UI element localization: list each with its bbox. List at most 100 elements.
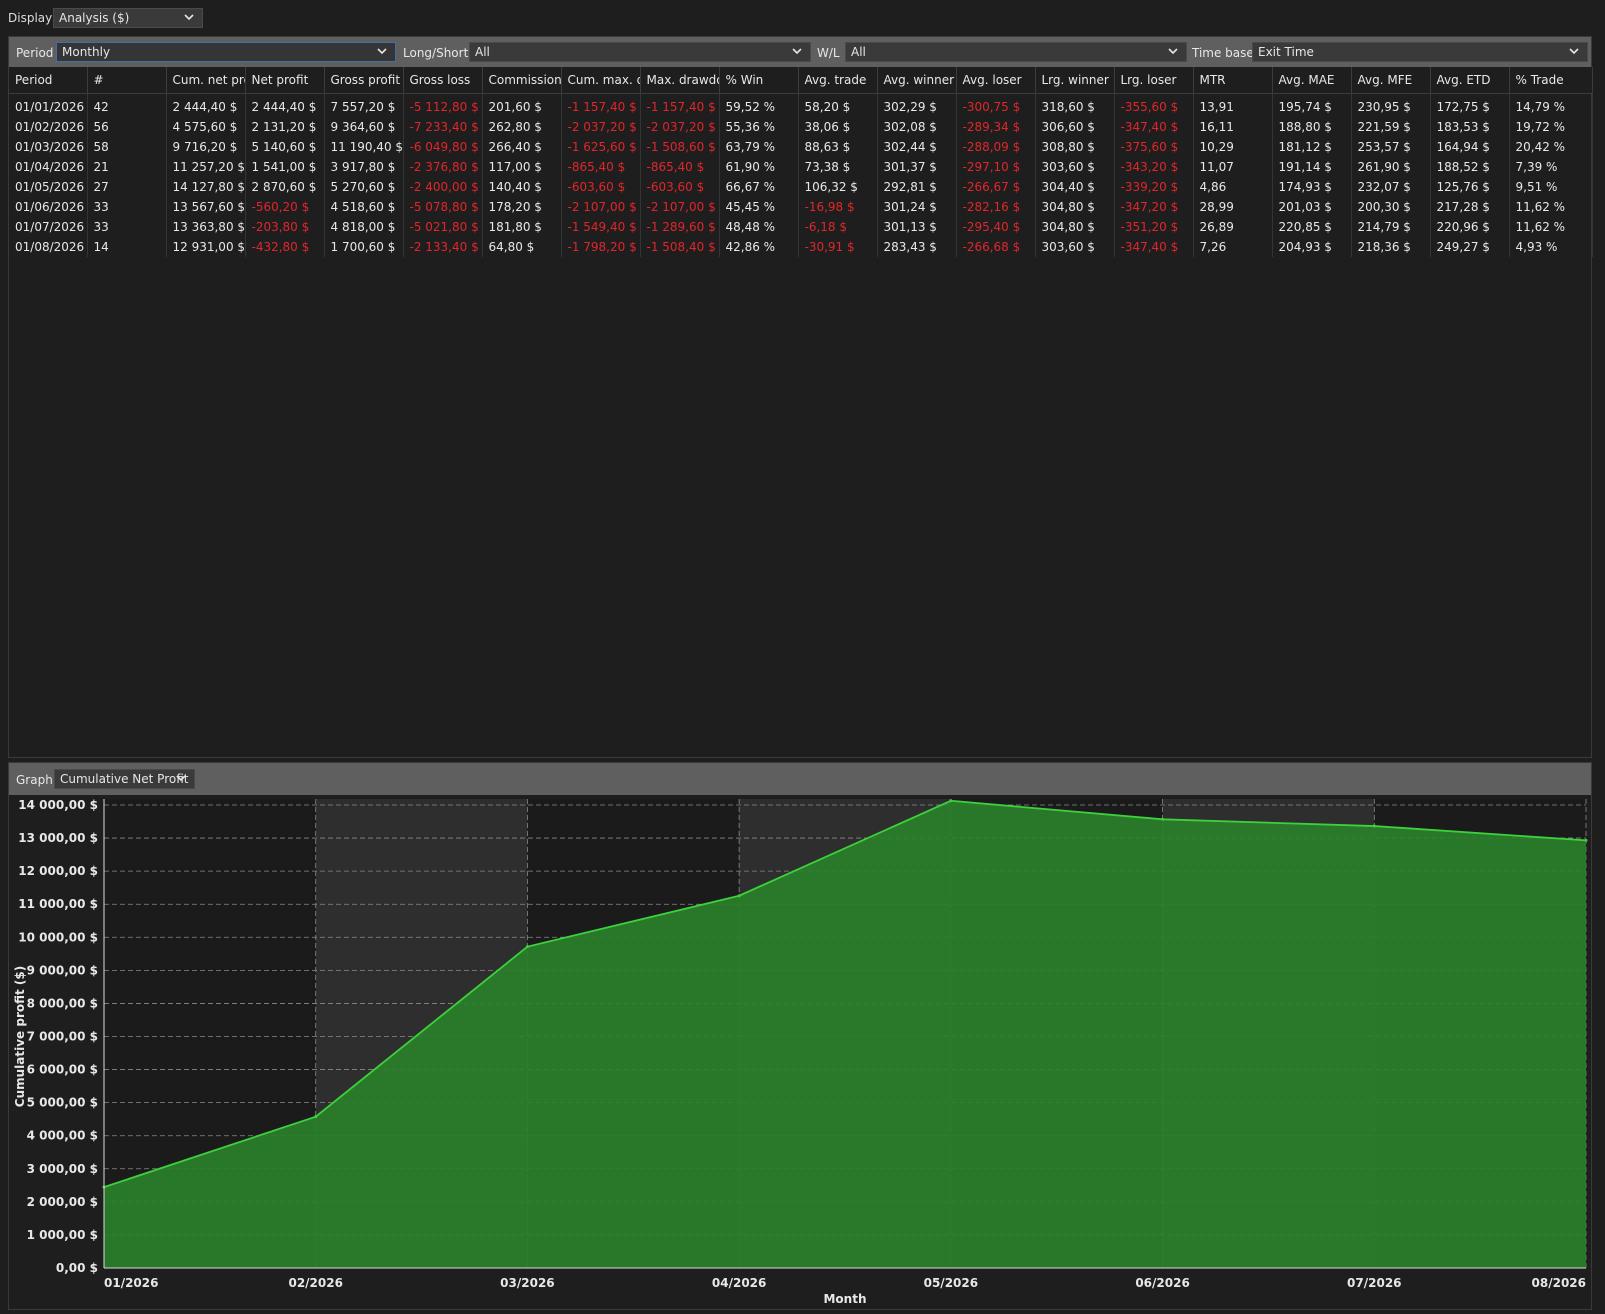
x-axis-title: Month: [823, 1292, 866, 1306]
table-cell: 292,81 $: [877, 177, 957, 197]
table-cell: 2 131,20 $: [245, 117, 325, 137]
table-cell: 5 270,60 $: [324, 177, 404, 197]
table-row[interactable]: 01/02/2026 56 4 575,60 $2 131,20 $9 364,60…: [9, 117, 1593, 137]
table-cell: 11 257,20 $: [166, 157, 246, 177]
table-cell: 304,40 $: [1035, 177, 1115, 197]
column-header[interactable]: Commission: [482, 67, 562, 94]
table-row[interactable]: 01/05/2026 27 14 127,80 $2 870,60 $5 270,6…: [9, 177, 1593, 197]
table-cell: -603,60 $: [640, 177, 720, 197]
table-cell: 302,29 $: [877, 93, 957, 117]
table-cell: 01/05/2026: [9, 177, 88, 197]
table-row[interactable]: 01/06/2026 33 13 567,60 $ -560,20 $4 518,60…: [9, 197, 1593, 217]
table-cell: 13,91: [1193, 93, 1273, 117]
table-cell: -5 112,80 $: [403, 93, 483, 117]
table-cell: -1 157,40 $: [561, 93, 641, 117]
table-cell: -2 037,20 $: [561, 117, 641, 137]
column-header[interactable]: Avg. ETD: [1430, 67, 1510, 94]
table-cell: 195,74 $: [1272, 93, 1352, 117]
time-base-select[interactable]: Exit Time: [1252, 42, 1588, 62]
table-cell: 01/06/2026: [9, 197, 88, 217]
table-cell: 3 917,80 $: [324, 157, 404, 177]
table-cell: 4,93 %: [1509, 237, 1593, 257]
column-header[interactable]: % Trade: [1509, 67, 1593, 94]
long-short-select[interactable]: All: [469, 42, 811, 62]
column-header[interactable]: Lrg. winner: [1035, 67, 1115, 94]
table-row[interactable]: 01/01/2026 42 2 444,40 $2 444,40 $7 557,20…: [9, 93, 1593, 117]
table-cell: -289,34 $: [956, 117, 1036, 137]
table-cell: -1 508,60 $: [640, 137, 720, 157]
display-select[interactable]: Analysis ($): [53, 8, 203, 28]
column-header[interactable]: #: [87, 67, 167, 94]
y-tick-label: 11 000,00 $: [18, 897, 98, 911]
y-tick-label: 10 000,00 $: [18, 930, 98, 944]
analysis-table-area: Period # Cum. net pro Net profit Gross profi…: [9, 67, 1593, 757]
table-cell: 01/02/2026: [9, 117, 88, 137]
y-tick-label: 14 000,00 $: [18, 798, 98, 812]
column-header[interactable]: Gross loss: [403, 67, 483, 94]
column-header[interactable]: Avg. MAE: [1272, 67, 1352, 94]
y-tick-label: 13 000,00 $: [18, 831, 98, 845]
column-header[interactable]: Max. drawdo: [640, 67, 720, 94]
table-cell: 16,11: [1193, 117, 1273, 137]
table-header-row: Period # Cum. net pro Net profit Gross profi…: [9, 67, 1593, 94]
long-short-label: Long/Short: [403, 46, 469, 60]
column-header[interactable]: Avg. winner: [877, 67, 957, 94]
table-cell: 01/08/2026: [9, 237, 88, 257]
table-cell: -266,67 $: [956, 177, 1036, 197]
table-cell: 253,57 $: [1351, 137, 1431, 157]
table-cell: -6 049,80 $: [403, 137, 483, 157]
table-row[interactable]: 01/08/2026 14 12 931,00 $ -432,80 $1 700,60…: [9, 237, 1593, 257]
table-cell: 262,80 $: [482, 117, 562, 137]
y-tick-label: 9 000,00 $: [27, 963, 98, 977]
column-header[interactable]: Avg. loser: [956, 67, 1036, 94]
table-cell: 10,29: [1193, 137, 1273, 157]
column-header[interactable]: Avg. MFE: [1351, 67, 1431, 94]
table-row[interactable]: 01/04/2026 21 11 257,20 $1 541,00 $3 917,8…: [9, 157, 1593, 177]
column-header[interactable]: Net profit: [245, 67, 325, 94]
table-cell: 1 700,60 $: [324, 237, 404, 257]
table-cell: -2 037,20 $: [640, 117, 720, 137]
table-cell: -2 400,00 $: [403, 177, 483, 197]
table-cell: 58,20 $: [798, 93, 878, 117]
table-cell: 283,43 $: [877, 237, 957, 257]
table-cell: 188,80 $: [1272, 117, 1352, 137]
column-header[interactable]: Avg. trade: [798, 67, 878, 94]
table-row[interactable]: 01/03/2026 58 9 716,20 $5 140,60 $11 190,4…: [9, 137, 1593, 157]
table-cell: 4,86: [1193, 177, 1273, 197]
column-header[interactable]: Period: [9, 67, 88, 94]
chevron-down-icon: [176, 770, 188, 788]
table-cell: 201,60 $: [482, 93, 562, 117]
period-select-value: Monthly: [62, 45, 111, 59]
table-cell: 4 518,60 $: [324, 197, 404, 217]
table-cell: -1 549,40 $: [561, 217, 641, 237]
table-cell: -560,20 $: [245, 197, 325, 217]
table-cell: 56: [87, 117, 167, 137]
chevron-down-icon: [792, 43, 804, 61]
table-cell: 303,60 $: [1035, 157, 1115, 177]
table-cell: -2 376,80 $: [403, 157, 483, 177]
table-cell: 11,07: [1193, 157, 1273, 177]
wl-select[interactable]: All: [845, 42, 1187, 62]
table-cell: 64,80 $: [482, 237, 562, 257]
table-cell: 59,52 %: [719, 93, 799, 117]
table-cell: 61,90 %: [719, 157, 799, 177]
column-header[interactable]: Cum. net pro: [166, 67, 246, 94]
table-cell: 27: [87, 177, 167, 197]
column-header[interactable]: Cum. max. dr: [561, 67, 641, 94]
table-cell: 7 557,20 $: [324, 93, 404, 117]
table-cell: 306,60 $: [1035, 117, 1115, 137]
table-cell: 38,06 $: [798, 117, 878, 137]
table-cell: 11,62 %: [1509, 217, 1593, 237]
table-cell: 63,79 %: [719, 137, 799, 157]
table-cell: 261,90 $: [1351, 157, 1431, 177]
column-header[interactable]: Gross profit: [324, 67, 404, 94]
table-cell: 188,52 $: [1430, 157, 1510, 177]
table-cell: 302,44 $: [877, 137, 957, 157]
table-cell: 45,45 %: [719, 197, 799, 217]
graph-select[interactable]: Cumulative Net Profit: [54, 769, 195, 789]
period-select[interactable]: Monthly: [56, 42, 396, 62]
column-header[interactable]: % Win: [719, 67, 799, 94]
table-row[interactable]: 01/07/2026 33 13 363,80 $ -203,80 $4 818,00…: [9, 217, 1593, 237]
column-header[interactable]: Lrg. loser: [1114, 67, 1194, 94]
column-header[interactable]: MTR: [1193, 67, 1273, 94]
